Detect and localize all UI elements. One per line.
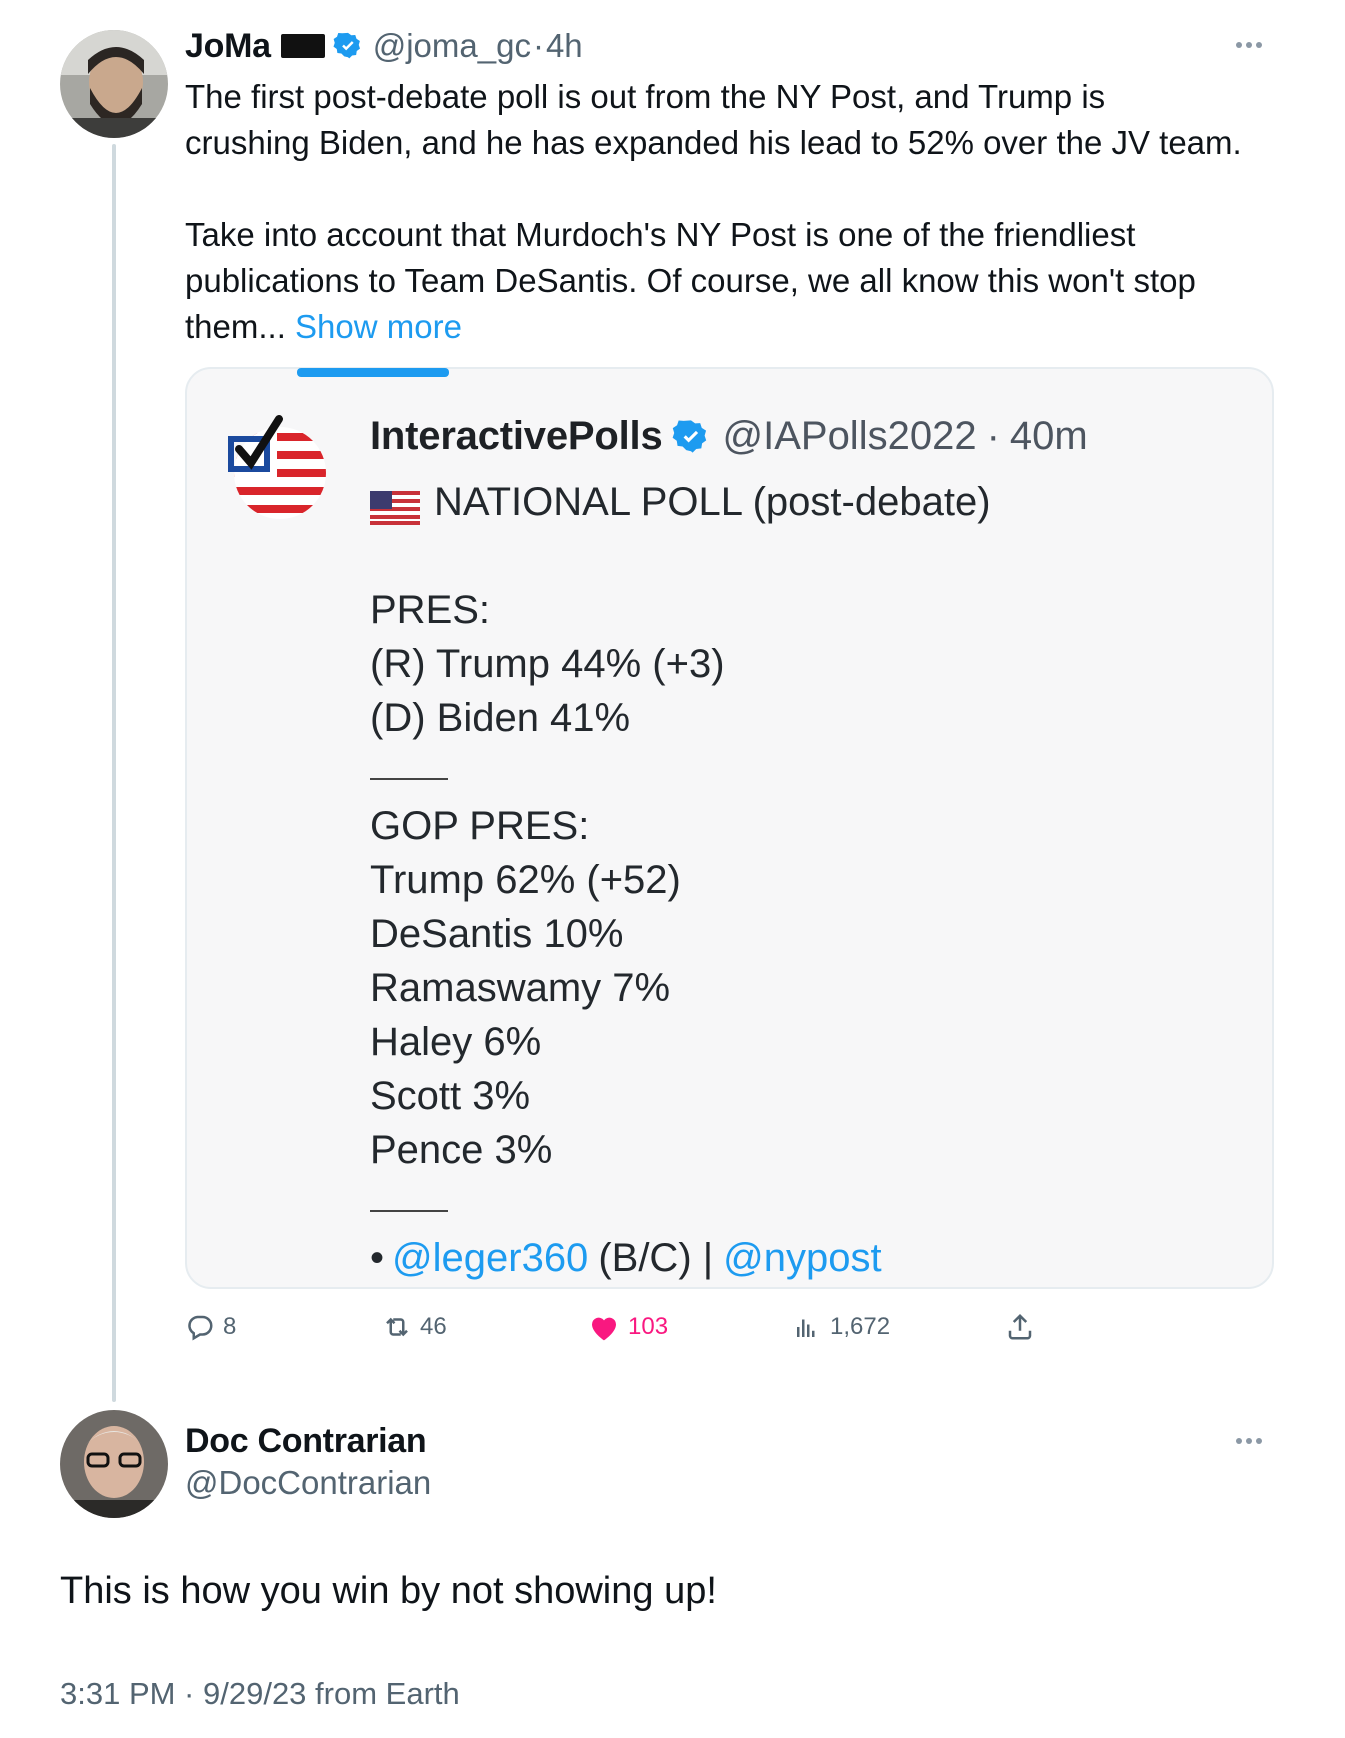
verified-badge-icon	[672, 418, 710, 456]
reply-header: Doc Contrarian	[185, 1420, 427, 1462]
quoted-author-handle[interactable]: @IAPolls2022	[722, 414, 976, 459]
more-options-icon[interactable]	[1236, 42, 1262, 48]
gop-result-desantis: DeSantis 10%	[370, 912, 624, 956]
like-button[interactable]: 103	[588, 1312, 668, 1342]
divider-line	[370, 745, 991, 799]
pres-header: PRES:	[370, 588, 491, 632]
like-count: 103	[628, 1313, 669, 1340]
avatar[interactable]	[60, 30, 168, 138]
views-chart-icon	[797, 1319, 815, 1337]
more-options-icon[interactable]	[1236, 1438, 1262, 1444]
reply-timestamp[interactable]: 3:31 PM · 9/29/23 from Earth	[60, 1676, 460, 1712]
quoted-tweet-body: NATIONAL POLL (post-debate) PRES: (R) Tr…	[370, 475, 991, 1285]
reply-icon	[188, 1315, 213, 1341]
gop-result-haley: Haley 6%	[370, 1020, 542, 1064]
avatar-photo-icon	[60, 30, 168, 138]
avatar-photo-icon	[60, 1410, 168, 1518]
quoted-author-name[interactable]: InteractivePolls	[370, 414, 663, 459]
separator-dot: ·	[532, 27, 544, 64]
retweet-button[interactable]: 46	[382, 1312, 447, 1342]
tweet-header: JoMa @joma_gc · 4h	[185, 26, 583, 66]
quote-indicator-bar	[297, 368, 449, 377]
show-more-link[interactable]: Show more	[295, 308, 462, 345]
gop-result-trump: Trump 62% (+52)	[370, 858, 681, 902]
bullet: •	[370, 1236, 385, 1280]
gop-result-ramaswamy: Ramaswamy 7%	[370, 966, 671, 1010]
author-name[interactable]: JoMa	[185, 27, 271, 66]
separator-dot: ·	[986, 414, 1000, 458]
quoted-title-line: NATIONAL POLL (post-debate)	[370, 475, 991, 529]
black-flag-icon	[280, 34, 325, 58]
reply-author-handle[interactable]: @DocContrarian	[185, 1464, 431, 1502]
view-count: 1,672	[830, 1313, 891, 1340]
pres-result-biden: (D) Biden 41%	[370, 696, 631, 740]
tweet-text: The first post-debate poll is out from t…	[185, 78, 1242, 345]
quoted-post-time[interactable]: 40m	[1010, 414, 1088, 459]
pres-result-trump: (R) Trump 44% (+3)	[370, 642, 725, 686]
thread-connector-line	[112, 144, 116, 1402]
source-note: (B/C) |	[598, 1236, 714, 1280]
reply-count: 8	[223, 1313, 237, 1340]
reply-handle-row: @DocContrarian	[185, 1462, 431, 1504]
quoted-tweet-header: InteractivePolls @IAPolls2022 · 40m	[370, 414, 1088, 459]
share-button[interactable]	[1005, 1312, 1035, 1342]
gop-result-pence: Pence 3%	[370, 1128, 553, 1172]
share-icon	[1008, 1313, 1032, 1340]
heart-icon	[592, 1317, 616, 1341]
source-link-leger360[interactable]: @leger360	[392, 1231, 588, 1285]
source-line: • @leger360 (B/C) | @nypost	[370, 1231, 991, 1285]
quoted-title: NATIONAL POLL (post-debate)	[434, 480, 991, 524]
views-button[interactable]: 1,672	[792, 1312, 890, 1342]
avatar[interactable]	[60, 1410, 168, 1518]
gop-result-scott: Scott 3%	[370, 1074, 531, 1118]
quoted-tweet-card[interactable]: InteractivePolls @IAPolls2022 · 40m NATI…	[185, 367, 1274, 1289]
reply-author-name[interactable]: Doc Contrarian	[185, 1422, 427, 1461]
divider-line	[370, 1177, 991, 1231]
post-time[interactable]: 4h	[546, 27, 583, 65]
retweet-count: 46	[420, 1313, 447, 1340]
source-link-nypost[interactable]: @nypost	[723, 1231, 881, 1285]
gop-header: GOP PRES:	[370, 804, 590, 848]
poll-logo-icon	[225, 411, 335, 521]
retweet-icon	[386, 1317, 408, 1337]
tweet-body: The first post-debate poll is out from t…	[185, 74, 1285, 350]
tweet-action-bar: 8 46 103 1,672	[185, 1312, 1285, 1352]
us-flag-icon	[370, 485, 420, 525]
reply-text: This is how you win by not showing up!	[60, 1570, 717, 1612]
author-handle[interactable]: @joma_gc	[373, 27, 531, 65]
reply-button[interactable]: 8	[185, 1312, 236, 1342]
verified-badge-icon	[333, 31, 363, 61]
